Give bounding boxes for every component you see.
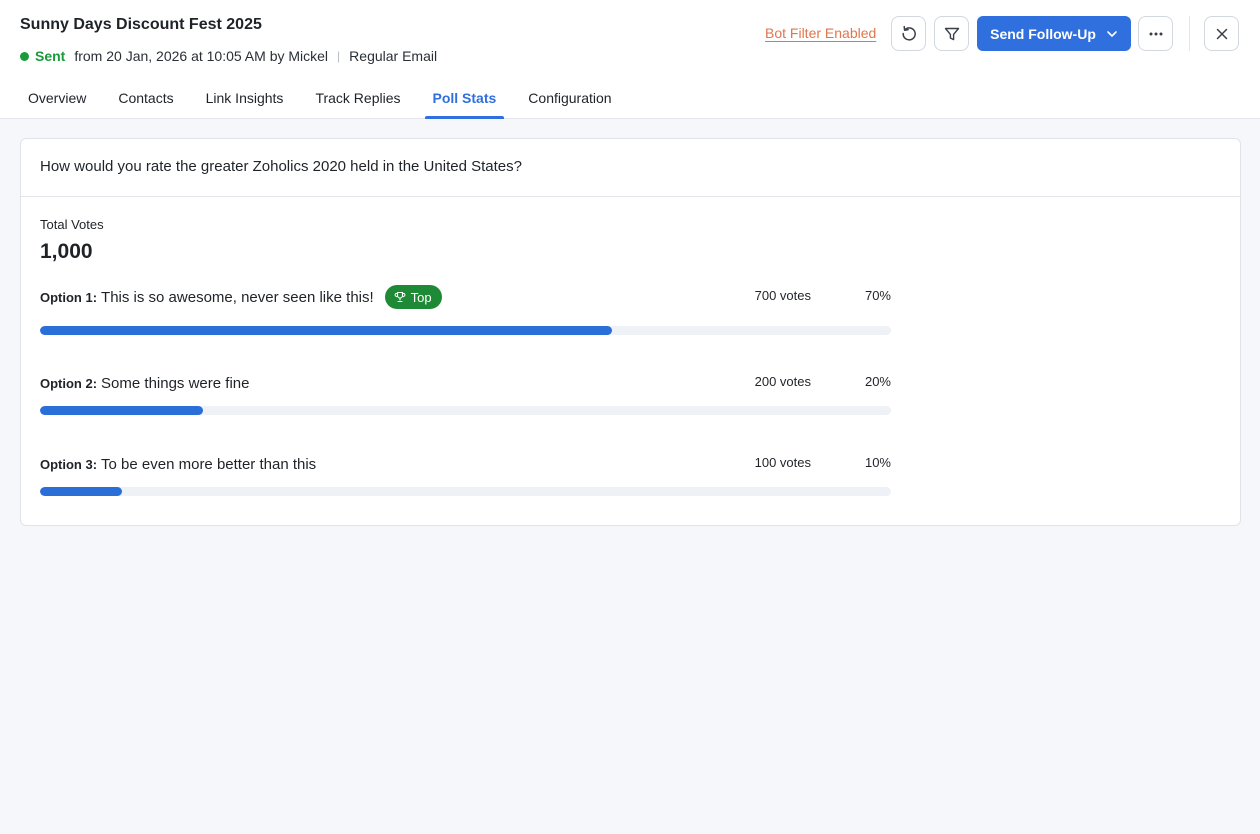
option-bar-track bbox=[40, 487, 891, 496]
option-percent: 10% bbox=[864, 455, 891, 470]
top-badge-label: Top bbox=[410, 289, 432, 305]
option-bar-fill bbox=[40, 326, 612, 335]
option-votes: 700 votes bbox=[754, 288, 811, 303]
poll-card: How would you rate the greater Zoholics … bbox=[20, 138, 1241, 526]
option-number: Option 2: bbox=[40, 375, 98, 391]
option-bar-fill bbox=[40, 487, 122, 496]
email-type: Regular Email bbox=[349, 48, 438, 64]
option-bar-fill bbox=[40, 406, 204, 415]
option-votes: 100 votes bbox=[754, 455, 811, 470]
option-bar-track bbox=[40, 326, 891, 335]
tab-configuration[interactable]: Configuration bbox=[512, 80, 627, 119]
more-icon bbox=[1149, 32, 1162, 35]
meta-divider: | bbox=[337, 49, 341, 63]
tab-track-replies[interactable]: Track Replies bbox=[299, 80, 416, 119]
poll-option: Option 1: This is so awesome, never seen… bbox=[40, 285, 891, 335]
status-dot-icon bbox=[20, 51, 29, 61]
close-button[interactable] bbox=[1204, 16, 1239, 51]
campaign-header: Sunny Days Discount Fest 2025 Sent from … bbox=[0, 0, 1260, 119]
campaign-meta: Sent from 20 Jan, 2026 at 10:05 AM by Mi… bbox=[20, 47, 437, 65]
sent-info: from 20 Jan, 2026 at 10:05 AM by Mickel bbox=[74, 48, 329, 64]
poll-question: How would you rate the greater Zoholics … bbox=[21, 139, 1240, 197]
tab-bar: Overview Contacts Link Insights Track Re… bbox=[12, 80, 628, 119]
top-badge: Top bbox=[384, 285, 442, 309]
tab-contacts[interactable]: Contacts bbox=[102, 80, 189, 119]
poll-option: Option 2: Some things were fine 200 vote… bbox=[40, 371, 891, 415]
close-icon bbox=[1216, 28, 1227, 39]
tab-link-insights[interactable]: Link Insights bbox=[190, 80, 300, 119]
filter-button[interactable] bbox=[934, 16, 969, 51]
option-text: To be even more better than this bbox=[101, 455, 317, 473]
header-divider bbox=[1189, 16, 1190, 51]
bot-filter-link[interactable]: Bot Filter Enabled bbox=[765, 25, 876, 41]
tab-poll-stats[interactable]: Poll Stats bbox=[417, 80, 513, 119]
option-percent: 70% bbox=[864, 288, 891, 303]
option-percent: 20% bbox=[864, 374, 891, 389]
chevron-down-icon bbox=[1107, 30, 1117, 37]
refresh-button[interactable] bbox=[891, 16, 926, 51]
send-follow-up-label: Send Follow-Up bbox=[990, 25, 1096, 42]
status-badge: Sent bbox=[35, 48, 66, 64]
total-votes-label: Total Votes bbox=[40, 217, 104, 232]
send-follow-up-button[interactable]: Send Follow-Up bbox=[977, 16, 1131, 51]
total-votes-value: 1,000 bbox=[40, 240, 93, 263]
filter-icon bbox=[944, 27, 959, 40]
option-votes: 200 votes bbox=[754, 374, 811, 389]
tab-overview[interactable]: Overview bbox=[12, 80, 102, 119]
option-bar-track bbox=[40, 406, 891, 415]
poll-option: Option 3: To be even more better than th… bbox=[40, 452, 891, 496]
refresh-icon bbox=[901, 25, 916, 41]
more-button[interactable] bbox=[1138, 16, 1173, 51]
trophy-icon bbox=[394, 291, 406, 303]
option-text: This is so awesome, never seen like this… bbox=[101, 288, 374, 306]
option-number: Option 1: bbox=[40, 289, 98, 305]
option-text: Some things were fine bbox=[101, 374, 250, 392]
option-number: Option 3: bbox=[40, 456, 98, 472]
campaign-title: Sunny Days Discount Fest 2025 bbox=[20, 16, 262, 33]
